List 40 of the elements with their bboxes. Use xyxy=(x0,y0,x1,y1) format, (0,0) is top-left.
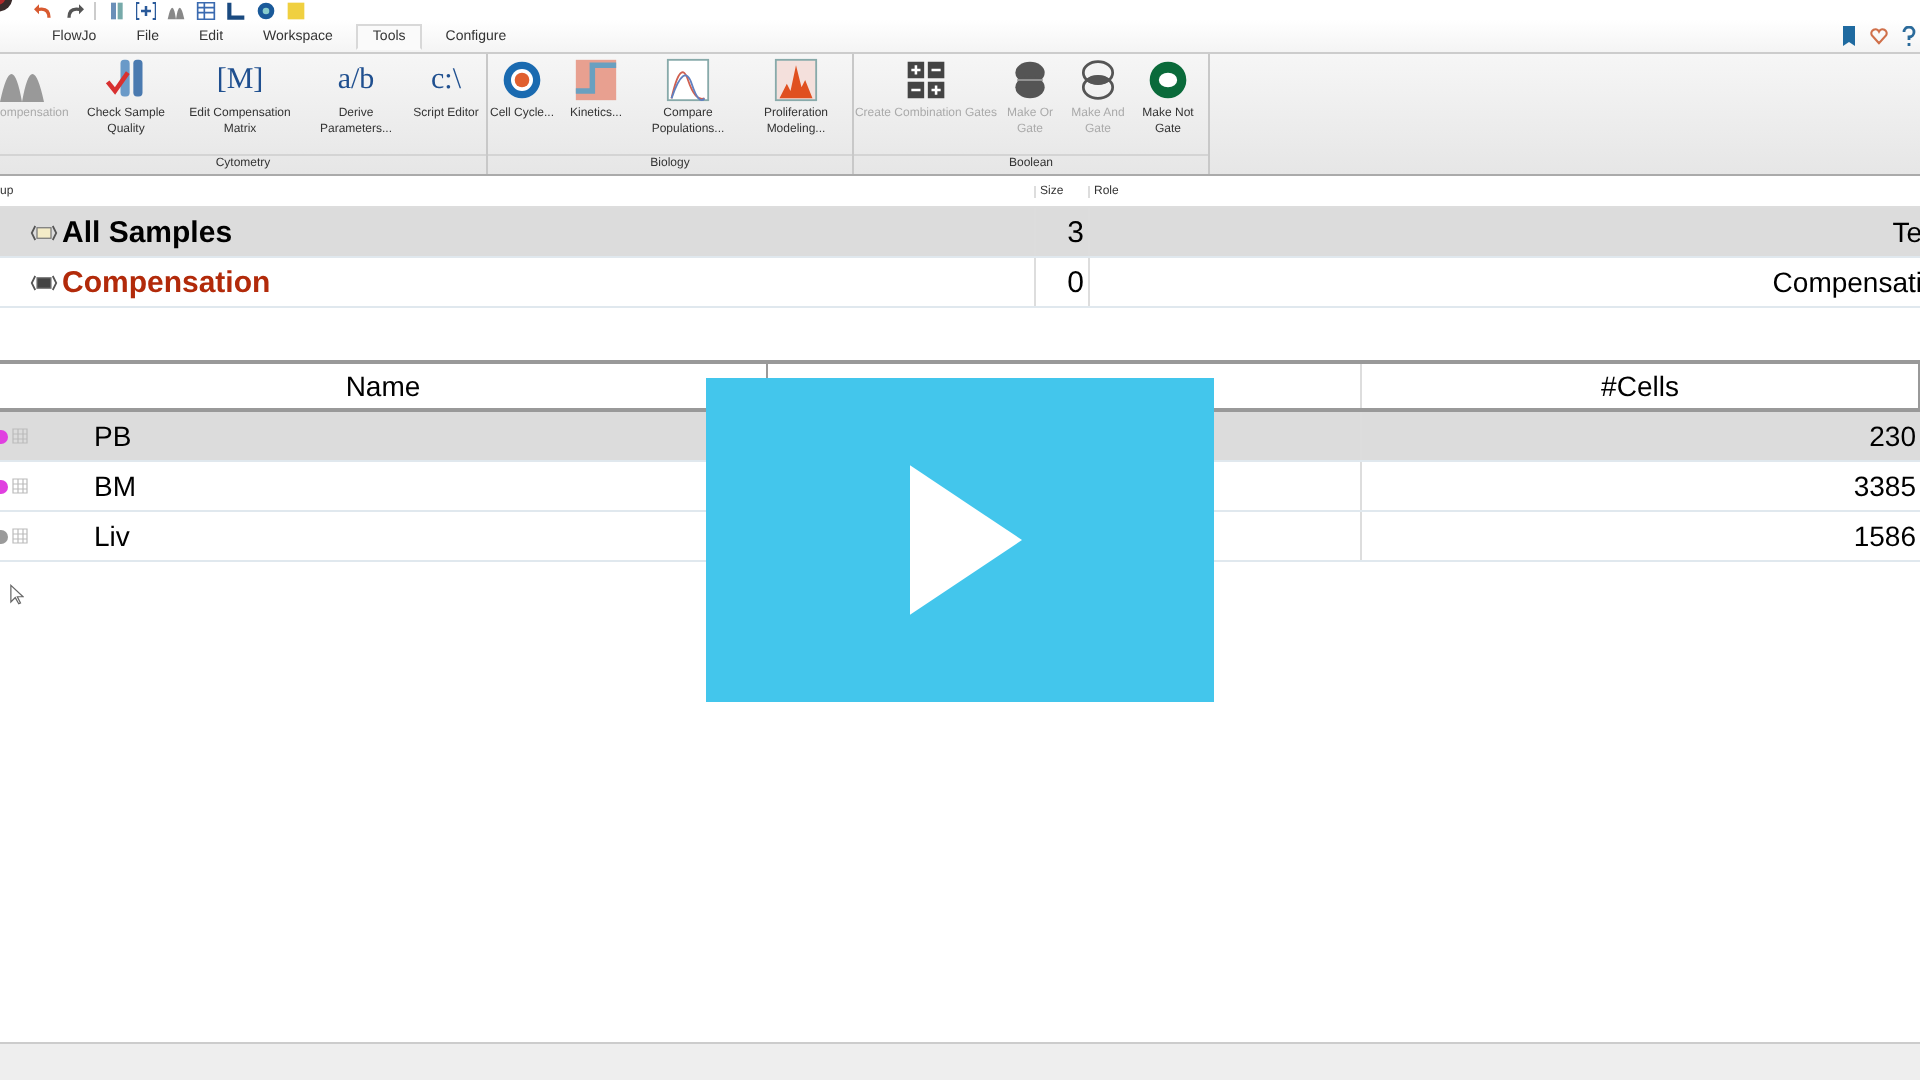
grid-icon xyxy=(12,428,28,444)
undo-icon[interactable] xyxy=(34,2,54,20)
ring-icon xyxy=(1146,58,1190,102)
table-cell-text: 230 xyxy=(1867,418,1918,456)
table-cell: 3 xyxy=(1034,208,1088,256)
sample-name: BM xyxy=(94,470,136,502)
ring-icon xyxy=(500,58,544,102)
column-header[interactable]: #Cells xyxy=(1601,370,1679,402)
step-chart-icon xyxy=(574,58,618,102)
test-tubes-icon xyxy=(104,58,148,102)
overlapping-ovals-icon xyxy=(1076,58,1120,102)
grid-icon xyxy=(12,528,28,544)
redo-icon[interactable] xyxy=(64,2,84,20)
grid-icon xyxy=(12,478,28,494)
group-row[interactable]: All Samples 3 Te xyxy=(0,208,1920,258)
histogram-icon xyxy=(0,74,44,102)
histogram-icon[interactable] xyxy=(166,2,186,20)
plus-minus-grid-icon xyxy=(904,58,948,102)
compensation-group-icon xyxy=(30,273,58,291)
sample-name: PB xyxy=(94,420,132,452)
help-icon[interactable] xyxy=(1900,26,1918,46)
table-cell: Te xyxy=(1088,208,1920,256)
overlay-curves-icon xyxy=(666,58,710,102)
group-row[interactable]: Compensation 0 Compensati xyxy=(0,258,1920,308)
add-bracket-icon[interactable] xyxy=(136,2,156,20)
tube-icon[interactable] xyxy=(106,2,126,20)
table-icon[interactable] xyxy=(196,2,216,20)
column-header[interactable]: Name xyxy=(345,370,421,402)
table-cell: Compensati xyxy=(1088,258,1920,306)
cursor-icon xyxy=(10,584,24,606)
heart-icon[interactable] xyxy=(1870,26,1888,46)
group-name: All Samples xyxy=(62,215,233,249)
table-cell-text: 3385 xyxy=(1851,468,1918,506)
group-bracket-icon xyxy=(30,223,58,241)
peaks-icon xyxy=(774,58,818,102)
table-cell: 0 xyxy=(1034,258,1088,306)
group-name: Compensation xyxy=(62,265,271,299)
bookmark-icon[interactable] xyxy=(1840,26,1858,46)
table-cell-text: 1586 xyxy=(1851,518,1918,556)
sample-name: Liv xyxy=(94,520,130,552)
